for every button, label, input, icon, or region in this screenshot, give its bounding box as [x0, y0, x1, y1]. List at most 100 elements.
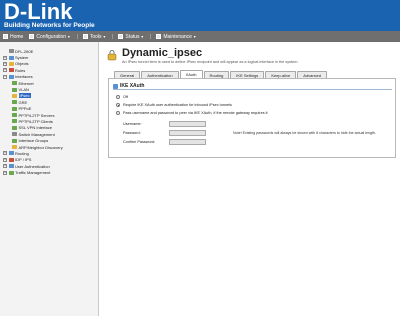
folder-icon — [12, 132, 17, 137]
radio-require-label: Require IKE XAuth user authentication fo… — [123, 103, 232, 107]
expand-icon[interactable]: + — [3, 151, 7, 156]
tree-item-label: PPTP/L2TP Servers — [18, 112, 55, 118]
tree-item-label: ARP/Neighbor Discovery — [18, 144, 63, 150]
xauth-panel: IKE XAuth Off Require IKE XAuth user aut… — [108, 78, 396, 158]
tree-item-label: Traffic Management — [15, 170, 51, 176]
folder-icon — [12, 106, 17, 111]
radio-pass-label: Pass username and password to peer via I… — [123, 111, 268, 115]
folder-icon — [12, 145, 17, 150]
tree-item-label: Interface Groups — [18, 138, 49, 144]
password-row: Password: — [123, 130, 206, 136]
confirm-password-label: Confirm Password: — [123, 140, 156, 144]
folder-icon — [8, 157, 14, 162]
chevron-down-icon: ▼ — [192, 34, 197, 39]
menu-configuration-label: Configuration — [36, 33, 67, 40]
tree-item-label: PPPoE — [18, 106, 32, 112]
tab-authentication[interactable]: Authentication — [141, 71, 179, 78]
username-label: Username: — [123, 122, 142, 126]
menu-divider: | — [112, 33, 114, 40]
chevron-down-icon: ▼ — [140, 34, 144, 39]
menu-maintenance-label: Maintenance — [163, 33, 192, 40]
folder-icon — [12, 119, 17, 124]
tree-item-label: DFL-260E — [15, 48, 34, 54]
menu-home[interactable]: Home — [3, 34, 23, 40]
expand-icon[interactable]: + — [3, 170, 7, 175]
tab-ike-settings[interactable]: IKE Settings — [230, 71, 265, 78]
folder-icon — [12, 138, 17, 143]
tree-item-label: Objects — [15, 61, 29, 67]
folder-icon — [8, 74, 14, 79]
xauth-option-pass[interactable]: Pass username and password to peer via I… — [116, 111, 268, 115]
tab-advanced[interactable]: Advanced — [297, 71, 328, 78]
menu-home-label: Home — [10, 33, 24, 40]
brand-tagline: Building Networks for People — [4, 22, 95, 29]
menu-status-label: Status — [125, 33, 140, 40]
password-note: Note! Existing passwords will always be … — [233, 131, 377, 135]
tab-xauth[interactable]: XAuth — [179, 70, 203, 78]
xauth-option-off[interactable]: Off — [116, 95, 128, 99]
section-header: IKE XAuth — [113, 83, 392, 90]
tree-item-label: Ethernet — [18, 80, 34, 86]
menu-tools[interactable]: Tools ▼ — [82, 33, 107, 40]
page-title: Dynamic_ipsec — [122, 47, 203, 59]
folder-icon — [12, 81, 17, 86]
main-menu: Home Configuration ▼ | Tools ▼ | Status … — [0, 31, 400, 42]
tree-item-label: PPTP/L2TP Clients — [18, 118, 53, 124]
tree-item-label: VLAN — [18, 87, 29, 93]
dlink-logo: D-Link — [4, 0, 73, 24]
tab-keep-alive[interactable]: Keep-alive — [265, 71, 297, 78]
confirm-password-field[interactable] — [169, 139, 206, 145]
folder-icon — [8, 55, 14, 60]
folder-icon — [8, 170, 14, 175]
menu-tools-label: Tools — [89, 33, 102, 40]
folder-icon — [12, 100, 17, 105]
radio-off-label: Off — [123, 95, 128, 99]
tab-general[interactable]: General — [114, 71, 141, 78]
tree-item-label: Rules — [15, 67, 26, 73]
radio-pass[interactable] — [116, 111, 120, 115]
folder-icon — [8, 164, 14, 169]
folder-icon — [8, 151, 14, 156]
expand-icon[interactable]: + — [3, 61, 7, 66]
expand-icon[interactable]: + — [3, 68, 7, 73]
tree-item-label: SSL VPN Interface — [18, 125, 52, 131]
menu-maintenance[interactable]: Maintenance ▼ — [156, 34, 196, 40]
username-field[interactable] — [169, 121, 206, 127]
folder-icon — [12, 87, 17, 92]
tab-routing[interactable]: Routing — [203, 71, 230, 78]
radio-require[interactable] — [116, 103, 120, 107]
main-content: Dynamic_ipsec An IPsec tunnel item is us… — [100, 42, 400, 316]
menu-configuration[interactable]: Configuration ▼ — [29, 33, 71, 40]
configuration-icon — [29, 34, 35, 39]
chevron-down-icon: ▼ — [67, 34, 71, 39]
xauth-option-require[interactable]: Require IKE XAuth user authentication fo… — [116, 103, 232, 107]
folder-icon — [8, 61, 14, 66]
maintenance-icon — [156, 34, 162, 39]
password-field[interactable] — [169, 130, 206, 136]
menu-status[interactable]: Status ▼ — [118, 34, 144, 40]
folder-icon — [12, 93, 17, 98]
tree-item-label: System — [15, 55, 29, 61]
tree-item-label: IPsec — [18, 93, 31, 99]
menu-divider: | — [76, 33, 78, 40]
navigation-tree: DFL-260E + System + Objects + Rules − Interfaces… — [0, 42, 99, 316]
section-icon — [113, 83, 118, 89]
tree-item-label: Interfaces — [15, 74, 33, 80]
radio-off[interactable] — [116, 95, 120, 99]
status-icon — [118, 34, 124, 39]
folder-icon — [12, 125, 17, 130]
tree-item-label: User Authentication — [15, 163, 50, 169]
collapse-icon[interactable]: − — [3, 74, 7, 79]
lock-icon — [107, 50, 117, 61]
tree-item-traffic-management[interactable]: + Traffic Management — [0, 169, 98, 175]
menu-divider: | — [150, 33, 152, 40]
home-icon — [3, 34, 8, 39]
section-title: IKE XAuth — [120, 83, 145, 89]
tab-strip: General Authentication XAuth Routing IKE… — [114, 70, 328, 78]
tree-item-label: IDP / IPS — [15, 157, 32, 163]
expand-icon[interactable]: + — [3, 164, 7, 169]
expand-icon[interactable]: + — [3, 55, 7, 60]
page-header: Dynamic_ipsec An IPsec tunnel item is us… — [106, 47, 396, 71]
expand-icon[interactable]: + — [3, 157, 7, 162]
chevron-down-icon: ▼ — [102, 34, 107, 39]
